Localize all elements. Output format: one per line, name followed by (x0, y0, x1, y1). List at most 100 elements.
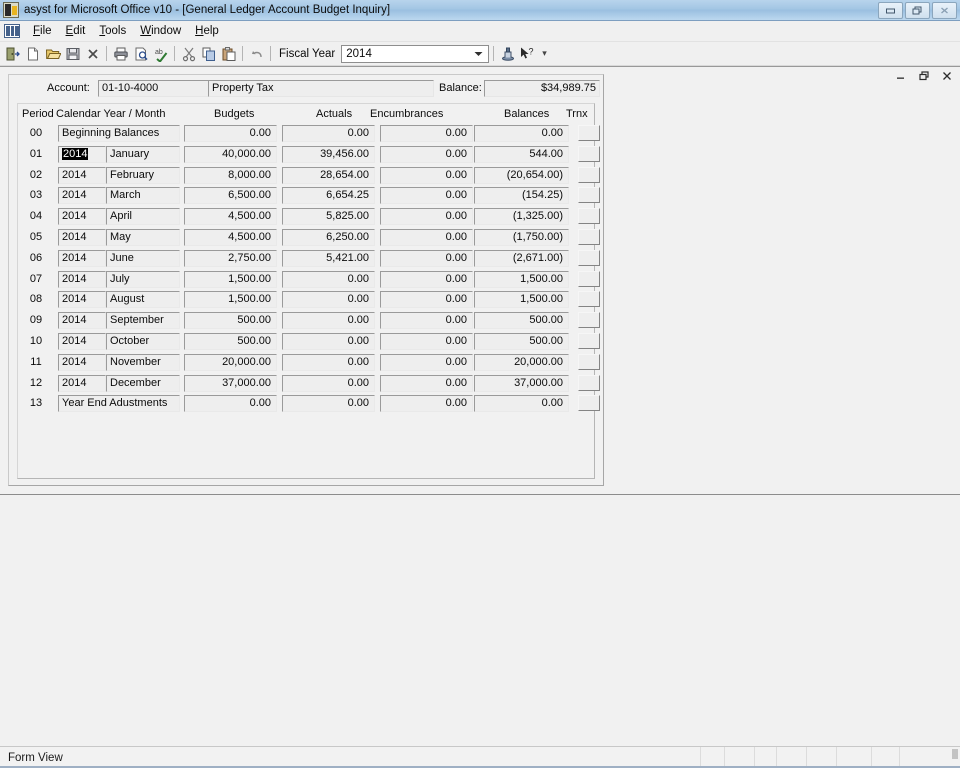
row-month-input[interactable]: January (106, 145, 180, 163)
menu-item-tools[interactable]: Tools (92, 23, 133, 39)
row-actual-value[interactable]: 0.00 (282, 125, 375, 142)
table-row[interactable]: 04 2014 April 4,500.00 5,825.00 0.00 (1,325.00… (18, 207, 600, 228)
table-row[interactable]: 10 2014 October 500.00 0.00 0.00 500.00 (18, 332, 600, 353)
row-actual-value[interactable]: 0.00 (282, 291, 375, 309)
context-help-icon[interactable]: ? (518, 44, 537, 63)
row-year-input[interactable]: 2014 (58, 166, 106, 184)
restore-button[interactable] (905, 2, 930, 19)
row-budget-value[interactable]: 0.00 (184, 125, 277, 142)
row-year-input[interactable]: 2014 (58, 228, 106, 246)
row-month-input[interactable]: August (106, 291, 180, 309)
row-balance-value[interactable]: 1,500.00 (474, 270, 569, 288)
row-budget-value[interactable]: 6,500.00 (184, 187, 277, 205)
row-actual-value[interactable]: 28,654.00 (282, 166, 375, 184)
row-month-input[interactable]: May (106, 228, 180, 246)
row-balance-value[interactable]: 544.00 (474, 145, 569, 163)
row-month-input[interactable]: March (106, 187, 180, 205)
new-file-icon[interactable] (23, 44, 42, 63)
minimize-button[interactable] (878, 2, 903, 19)
row-budget-value[interactable]: 500.00 (184, 332, 277, 350)
row-encumbrance-value[interactable]: 0.00 (380, 145, 473, 163)
row-description-input[interactable]: Beginning Balances (58, 125, 180, 142)
menu-item-file[interactable]: File (26, 23, 59, 39)
table-row[interactable]: 06 2014 June 2,750.00 5,421.00 0.00 (2,671.00) (18, 249, 600, 270)
row-balance-value[interactable]: 0.00 (474, 125, 569, 142)
row-balance-value[interactable]: (20,654.00) (474, 166, 569, 184)
row-year-input[interactable]: 2014 (58, 187, 106, 205)
resize-grip[interactable] (952, 749, 958, 759)
row-balance-value[interactable]: (1,750.00) (474, 228, 569, 246)
trnx-button[interactable] (578, 395, 600, 412)
table-row[interactable]: 03 2014 March 6,500.00 6,654.25 0.00 (154.25) (18, 186, 600, 207)
trnx-button[interactable] (578, 166, 600, 183)
account-name-input[interactable]: Property Tax (208, 80, 434, 97)
child-minimize-button[interactable] (894, 69, 908, 83)
row-year-input[interactable]: 2014 (58, 291, 106, 309)
row-balance-value[interactable]: 500.00 (474, 312, 569, 330)
table-row[interactable]: 08 2014 August 1,500.00 0.00 0.00 1,500.00 (18, 290, 600, 311)
row-budget-value[interactable]: 20,000.00 (184, 353, 277, 371)
row-year-input[interactable]: 2014 (58, 145, 106, 163)
row-actual-value[interactable]: 6,250.00 (282, 228, 375, 246)
row-encumbrance-value[interactable]: 0.00 (380, 374, 473, 392)
row-encumbrance-value[interactable]: 0.00 (380, 291, 473, 309)
row-balance-value[interactable]: 1,500.00 (474, 291, 569, 309)
cut-scissors-icon[interactable] (179, 44, 198, 63)
trnx-button[interactable] (578, 125, 600, 141)
table-row[interactable]: 02 2014 February 8,000.00 28,654.00 0.00 (20,6… (18, 166, 600, 187)
trnx-button[interactable] (578, 312, 600, 329)
table-row[interactable]: 12 2014 December 37,000.00 0.00 0.00 37,000.00 (18, 374, 600, 395)
spellcheck-icon[interactable]: ab (151, 44, 170, 63)
save-disk-icon[interactable] (63, 44, 82, 63)
row-budget-value[interactable]: 1,500.00 (184, 270, 277, 288)
row-month-input[interactable]: November (106, 353, 180, 371)
row-year-input[interactable]: 2014 (58, 312, 106, 330)
row-encumbrance-value[interactable]: 0.00 (380, 166, 473, 184)
paste-icon[interactable] (219, 44, 238, 63)
trnx-button[interactable] (578, 353, 600, 370)
row-balance-value[interactable]: 20,000.00 (474, 353, 569, 371)
table-row[interactable]: 05 2014 May 4,500.00 6,250.00 0.00 (1,750.00) (18, 228, 600, 249)
row-actual-value[interactable]: 6,654.25 (282, 187, 375, 205)
trnx-button[interactable] (578, 187, 600, 204)
row-month-input[interactable]: June (106, 249, 180, 267)
document-grid-icon[interactable] (4, 24, 20, 38)
row-budget-value[interactable]: 37,000.00 (184, 374, 277, 392)
row-encumbrance-value[interactable]: 0.00 (380, 332, 473, 350)
row-encumbrance-value[interactable]: 0.00 (380, 249, 473, 267)
menu-item-window[interactable]: Window (133, 23, 188, 39)
row-year-input[interactable]: 2014 (58, 270, 106, 288)
row-year-input[interactable]: 2014 (58, 353, 106, 371)
trnx-button[interactable] (578, 208, 600, 225)
row-description-input[interactable]: Year End Adustments (58, 395, 180, 413)
open-folder-icon[interactable] (43, 44, 62, 63)
trnx-button[interactable] (578, 145, 600, 162)
child-restore-button[interactable] (917, 69, 931, 83)
row-budget-value[interactable]: 500.00 (184, 312, 277, 330)
row-encumbrance-value[interactable]: 0.00 (380, 353, 473, 371)
print-icon[interactable] (111, 44, 130, 63)
row-actual-value[interactable]: 39,456.00 (282, 145, 375, 163)
trnx-button[interactable] (578, 249, 600, 266)
table-row[interactable]: 01 2014 January 40,000.00 39,456.00 0.00 544.0… (18, 145, 600, 166)
row-budget-value[interactable]: 40,000.00 (184, 145, 277, 163)
menu-item-edit[interactable]: Edit (59, 23, 93, 39)
trnx-button[interactable] (578, 228, 600, 245)
row-encumbrance-value[interactable]: 0.00 (380, 270, 473, 288)
account-number-input[interactable]: 01-10-4000 (98, 80, 222, 97)
row-encumbrance-value[interactable]: 0.00 (380, 187, 473, 205)
row-actual-value[interactable]: 0.00 (282, 395, 375, 413)
trnx-button[interactable] (578, 270, 600, 287)
trnx-button[interactable] (578, 291, 600, 308)
row-encumbrance-value[interactable]: 0.00 (380, 395, 473, 413)
row-year-input[interactable]: 2014 (58, 249, 106, 267)
row-month-input[interactable]: December (106, 374, 180, 392)
row-balance-value[interactable]: (154.25) (474, 187, 569, 205)
undo-icon[interactable] (247, 44, 266, 63)
menu-item-help[interactable]: Help (188, 23, 226, 39)
table-row[interactable]: 11 2014 November 20,000.00 0.00 0.00 20,000.00 (18, 353, 600, 374)
row-actual-value[interactable]: 0.00 (282, 374, 375, 392)
copy-icon[interactable] (199, 44, 218, 63)
row-month-input[interactable]: February (106, 166, 180, 184)
row-actual-value[interactable]: 5,421.00 (282, 249, 375, 267)
